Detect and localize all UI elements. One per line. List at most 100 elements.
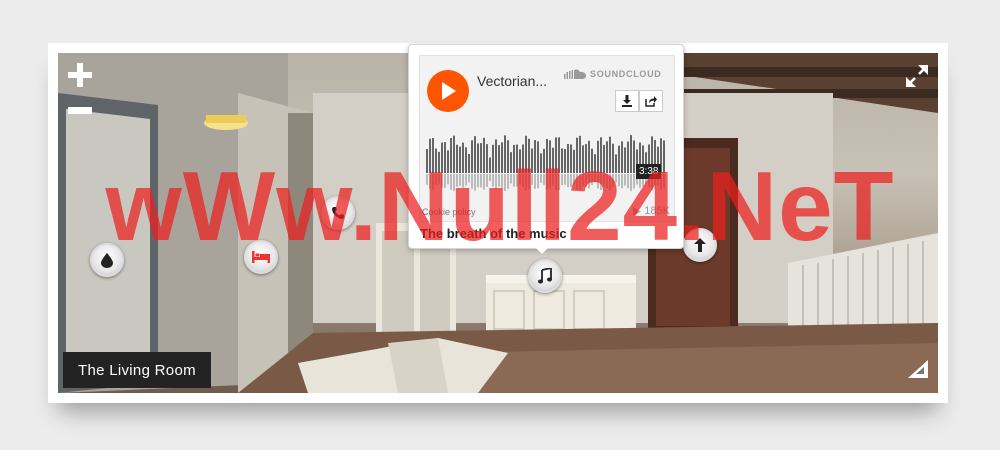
cookie-policy-link[interactable]: Cookie policy <box>422 207 476 217</box>
hotspot-arrow[interactable] <box>683 228 717 262</box>
waveform-reflection <box>573 174 575 185</box>
waveform[interactable] <box>426 126 666 201</box>
track-title[interactable]: Vectorian... <box>477 73 547 89</box>
waveform-reflection <box>552 174 554 186</box>
hotspot-bed[interactable] <box>244 240 278 274</box>
waveform-bar <box>504 135 506 173</box>
zoom-out-button[interactable] <box>68 103 92 119</box>
share-icon <box>645 96 657 107</box>
play-count: 185K <box>633 205 670 217</box>
waveform-reflection <box>486 174 488 188</box>
waveform-bar <box>447 150 449 173</box>
waveform-reflection <box>438 174 440 184</box>
waveform-bar <box>585 144 587 173</box>
waveform-reflection <box>627 174 629 189</box>
waveform-reflection <box>603 174 605 187</box>
waveform-bar <box>537 141 539 173</box>
waveform-bar <box>609 136 611 173</box>
soundcloud-popup[interactable]: Vectorian... SOUNDCLOUD 3:38 Cookie poli… <box>408 44 684 249</box>
arrow-up-icon <box>694 238 706 252</box>
waveform-reflection <box>474 174 476 191</box>
waveform-reflection <box>513 174 515 187</box>
waveform-reflection <box>591 174 593 185</box>
waveform-reflection <box>558 174 560 191</box>
waveform-bar <box>555 137 557 173</box>
waveform-bar <box>534 140 536 173</box>
waveform-reflection <box>492 174 494 187</box>
waveform-reflection <box>528 174 530 190</box>
soundcloud-logo[interactable]: SOUNDCLOUD <box>564 69 662 79</box>
waveform-bar <box>438 151 440 173</box>
waveform-bar <box>465 147 467 173</box>
waveform-bar <box>624 147 626 173</box>
waveform-bar <box>480 143 482 173</box>
waveform-reflection <box>531 174 533 186</box>
waveform-bar <box>435 148 437 173</box>
waveform-bar <box>513 144 515 173</box>
waveform-bar <box>621 141 623 173</box>
waveform-reflection <box>483 174 485 190</box>
waveform-reflection <box>537 174 539 189</box>
waveform-reflection <box>663 174 665 189</box>
soundcloud-cloud-icon <box>564 69 586 79</box>
hotspot-phone[interactable] <box>321 196 355 230</box>
waveform-reflection <box>450 174 452 190</box>
waveform-reflection <box>546 174 548 190</box>
room-label[interactable]: The Living Room <box>63 352 211 388</box>
waveform-reflection <box>615 174 617 183</box>
waveform-bar <box>549 140 551 173</box>
waveform-bar <box>471 140 473 173</box>
waveform-reflection <box>618 174 620 187</box>
waveform-bar <box>510 152 512 173</box>
waveform-reflection <box>459 174 461 186</box>
waveform-bar <box>456 144 458 173</box>
waveform-bar <box>453 135 455 173</box>
waveform-reflection <box>465 174 467 186</box>
waveform-bar <box>543 148 545 173</box>
waveform-bar <box>459 146 461 173</box>
waveform-reflection <box>480 174 482 188</box>
download-button[interactable] <box>615 90 639 112</box>
waveform-reflection <box>600 174 602 191</box>
waveform-bar <box>507 140 509 173</box>
share-button[interactable] <box>639 90 663 112</box>
hotspot-water[interactable] <box>90 243 124 277</box>
waveform-bar <box>525 135 527 173</box>
gyro-button[interactable] <box>906 358 930 384</box>
zoom-in-button[interactable] <box>68 63 92 91</box>
waveform-bar <box>444 142 446 173</box>
waveform-reflection <box>462 174 464 188</box>
waveform-reflection <box>510 174 512 184</box>
waveform-reflection <box>534 174 536 189</box>
waveform-bar <box>519 149 521 173</box>
waveform-reflection <box>624 174 626 186</box>
waveform-reflection <box>516 174 518 187</box>
waveform-reflection <box>432 174 434 190</box>
waveform-reflection <box>588 174 590 189</box>
waveform-bar <box>612 143 614 173</box>
waveform-reflection <box>477 174 479 188</box>
waveform-reflection <box>435 174 437 185</box>
waveform-bar <box>528 138 530 173</box>
waveform-bar <box>498 145 500 173</box>
waveform-bar <box>501 142 503 173</box>
waveform-reflection <box>606 174 608 189</box>
hotspot-music[interactable] <box>528 259 562 293</box>
soundcloud-widget[interactable]: Vectorian... SOUNDCLOUD 3:38 Cookie poli… <box>419 55 675 222</box>
waveform-reflection <box>585 174 587 187</box>
waveform-reflection <box>564 174 566 185</box>
waveform-bar <box>558 137 560 173</box>
waveform-reflection <box>570 174 572 187</box>
play-button[interactable] <box>427 70 469 112</box>
waveform-reflection <box>507 174 509 189</box>
waveform-reflection <box>471 174 473 189</box>
waveform-reflection <box>522 174 524 187</box>
waveform-bar <box>546 138 548 173</box>
fullscreen-button[interactable] <box>904 63 930 93</box>
waveform-bar <box>468 154 470 173</box>
plus-icon <box>68 63 92 87</box>
waveform-bar <box>633 140 635 173</box>
waveform-bar <box>486 144 488 173</box>
waveform-reflection <box>498 174 500 187</box>
waveform-reflection <box>489 174 491 181</box>
